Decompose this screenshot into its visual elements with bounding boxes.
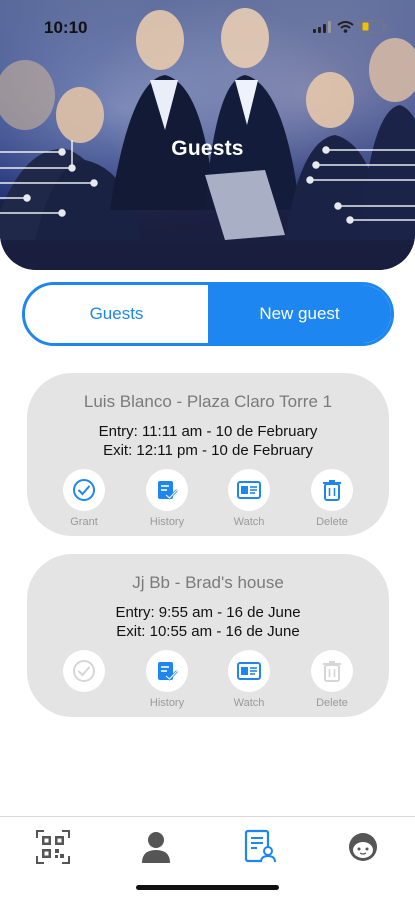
history-icon bbox=[158, 481, 178, 500]
page-title: Guests bbox=[171, 137, 244, 160]
status-bar: 10:10 bbox=[0, 0, 415, 50]
grant-button[interactable]: Grant bbox=[53, 469, 115, 528]
guest-exit-time: Exit: 12:11 pm - 10 de February bbox=[103, 442, 313, 459]
check-circle-icon bbox=[73, 479, 95, 501]
qr-code-icon bbox=[36, 830, 70, 864]
watch-label: Watch bbox=[233, 516, 265, 528]
nav-profile[interactable] bbox=[136, 827, 176, 867]
guest-exit-time: Exit: 10:55 am - 16 de June bbox=[116, 623, 300, 640]
history-icon bbox=[158, 662, 178, 681]
guest-entry-time: Entry: 11:11 am - 10 de February bbox=[98, 423, 318, 440]
history-button[interactable]: History bbox=[136, 650, 198, 709]
history-label: History bbox=[149, 516, 185, 528]
id-card-icon bbox=[237, 481, 261, 499]
guest-entry-time: Entry: 9:55 am - 16 de June bbox=[115, 604, 301, 621]
trash-icon bbox=[323, 480, 341, 501]
delete-label: Delete bbox=[316, 697, 348, 709]
check-circle-icon bbox=[73, 660, 95, 682]
trash-icon bbox=[323, 661, 341, 682]
tab-new-guest[interactable]: New guest bbox=[208, 285, 391, 343]
guest-card: Jj Bb - Brad's house Entry: 9:55 am - 16… bbox=[27, 554, 389, 717]
delete-label: Delete bbox=[316, 516, 348, 528]
avatar-face-icon bbox=[349, 833, 377, 861]
watch-button[interactable]: Watch bbox=[218, 650, 280, 709]
nav-qr-code[interactable] bbox=[33, 827, 73, 867]
guest-actions: History Watch Delete bbox=[27, 650, 389, 712]
nav-guests[interactable] bbox=[240, 827, 280, 867]
home-indicator bbox=[136, 885, 279, 890]
nav-avatar[interactable] bbox=[343, 827, 383, 867]
battery-icon bbox=[360, 20, 387, 33]
history-label: History bbox=[149, 697, 185, 709]
signal-icon bbox=[313, 20, 331, 33]
status-icons bbox=[313, 20, 387, 33]
guest-actions: Grant History Watch Delete bbox=[27, 469, 389, 531]
wifi-icon bbox=[337, 20, 354, 33]
grant-label: Grant bbox=[70, 516, 98, 528]
person-icon bbox=[142, 832, 170, 863]
delete-button[interactable]: Delete bbox=[301, 469, 363, 528]
delete-button-disabled: Delete bbox=[301, 650, 363, 709]
guest-title: Luis Blanco - Plaza Claro Torre 1 bbox=[83, 392, 333, 411]
guest-list-icon bbox=[244, 829, 276, 863]
id-card-icon bbox=[237, 662, 261, 680]
guest-title: Jj Bb - Brad's house bbox=[132, 573, 284, 592]
header-banner: 10:10 Guests bbox=[0, 0, 415, 270]
guest-card: Luis Blanco - Plaza Claro Torre 1 Entry:… bbox=[27, 373, 389, 536]
grant-button-disabled bbox=[53, 650, 115, 692]
watch-button[interactable]: Watch bbox=[218, 469, 280, 528]
tab-guests[interactable]: Guests bbox=[25, 285, 208, 343]
guest-tab-switcher: Guests New guest bbox=[22, 282, 394, 346]
history-button[interactable]: History bbox=[136, 469, 198, 528]
status-time: 10:10 bbox=[44, 18, 88, 37]
watch-label: Watch bbox=[233, 697, 265, 709]
